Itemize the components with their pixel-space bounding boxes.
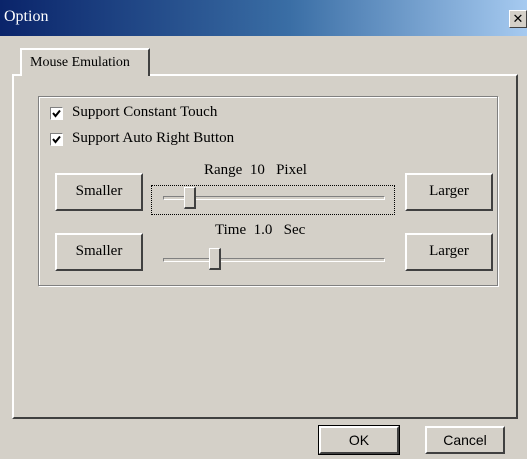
time-slider-track[interactable] (163, 258, 385, 262)
support-auto-right-button-checkbox[interactable]: Support Auto Right Button (50, 130, 300, 150)
checkbox-label: Support Constant Touch (72, 104, 218, 120)
cancel-button[interactable]: Cancel (425, 426, 505, 454)
option-dialog: Option ✕ Mouse Emulation Support Constan… (0, 0, 527, 459)
tab-label: Mouse Emulation (30, 55, 130, 70)
support-constant-touch-checkbox[interactable]: Support Constant Touch (50, 104, 300, 124)
checkmark-icon (52, 135, 61, 144)
time-value-label: Time 1.0 Sec (215, 222, 306, 238)
checkmark-icon (52, 109, 61, 118)
title-bar[interactable]: Option ✕ (0, 0, 527, 36)
window-title: Option (4, 8, 49, 25)
ok-button[interactable]: OK (318, 425, 400, 455)
range-smaller-button[interactable]: Smaller (55, 173, 143, 211)
range-slider-thumb[interactable] (184, 187, 196, 209)
checkbox-label: Support Auto Right Button (72, 130, 235, 146)
range-value-label: Range 10 Pixel (204, 162, 307, 178)
close-icon[interactable]: ✕ (509, 10, 527, 28)
time-slider-thumb[interactable] (209, 248, 222, 270)
time-smaller-button[interactable]: Smaller (55, 233, 143, 271)
range-larger-button[interactable]: Larger (405, 173, 493, 211)
checkbox-box (50, 107, 63, 120)
checkbox-box (50, 133, 63, 146)
range-slider-track[interactable] (163, 196, 385, 200)
tab-mouse-emulation[interactable]: Mouse Emulation (20, 48, 150, 76)
time-larger-button[interactable]: Larger (405, 233, 493, 271)
